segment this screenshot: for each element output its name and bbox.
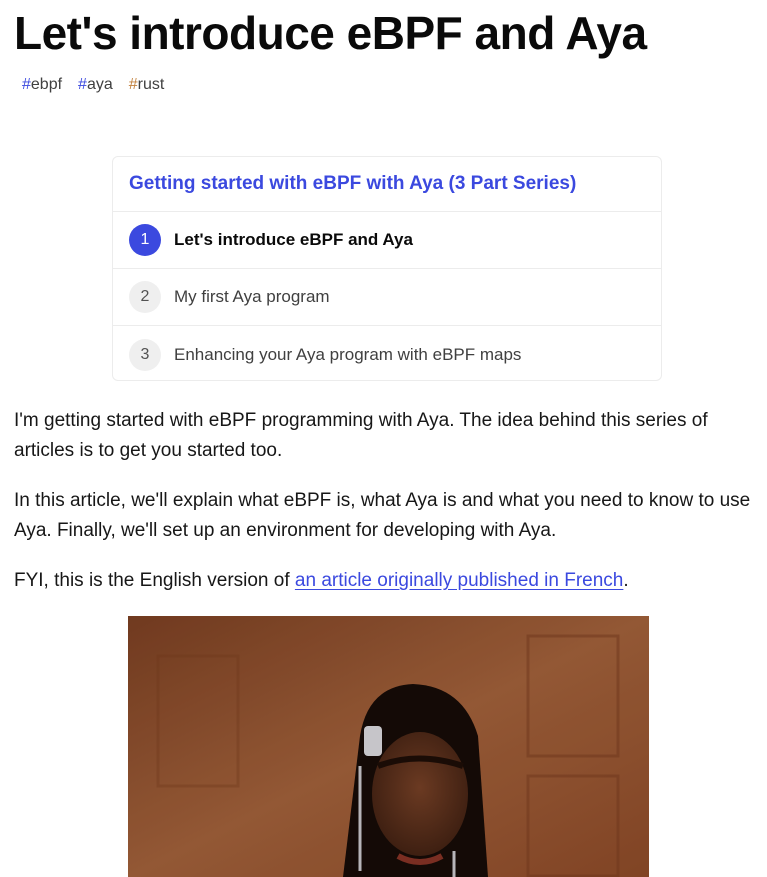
series-item-2[interactable]: 2 My first Aya program <box>113 269 661 326</box>
tag-rust[interactable]: #rust <box>121 72 173 98</box>
fyi-period: . <box>623 570 629 591</box>
series-item-label: Let's introduce eBPF and Aya <box>174 230 413 249</box>
tag-label: rust <box>137 76 165 93</box>
tag-hash: # <box>78 76 87 93</box>
series-title-link[interactable]: Getting started with eBPF with Aya (3 Pa… <box>113 157 661 212</box>
tag-hash: # <box>22 76 31 93</box>
tag-aya[interactable]: #aya <box>70 72 121 98</box>
french-article-link[interactable]: an article originally published in Frenc… <box>295 570 623 591</box>
cover-photo <box>128 616 649 877</box>
series-item-label: Enhancing your Aya program with eBPF map… <box>174 344 522 364</box>
tag-hash: # <box>128 76 138 93</box>
tag-list: #ebpf #aya #rust <box>14 72 172 98</box>
series-item-number: 1 <box>129 224 161 256</box>
series-navigation: Getting started with eBPF with Aya (3 Pa… <box>112 156 662 381</box>
tag-ebpf[interactable]: #ebpf <box>14 72 70 98</box>
intro-paragraph: I'm getting started with eBPF programmin… <box>14 410 708 461</box>
tag-label: ebpf <box>30 76 63 93</box>
portrait-image <box>128 616 649 877</box>
series-item-3[interactable]: 3 Enhancing your Aya program with eBPF m… <box>113 326 661 380</box>
series-item-label: My first Aya program <box>174 287 330 306</box>
article-title: Let's introduce eBPF and Aya <box>14 7 647 59</box>
series-item-1[interactable]: 1 Let's introduce eBPF and Aya <box>113 212 661 269</box>
fyi-paragraph: FYI, this is the English version of an a… <box>14 566 754 596</box>
overview-paragraph: In this article, we'll explain what eBPF… <box>14 490 751 541</box>
fyi-text: FYI, this is the English version of <box>14 570 295 591</box>
series-item-number: 3 <box>129 338 161 371</box>
tag-label: aya <box>86 76 113 93</box>
series-item-number: 2 <box>129 281 161 313</box>
